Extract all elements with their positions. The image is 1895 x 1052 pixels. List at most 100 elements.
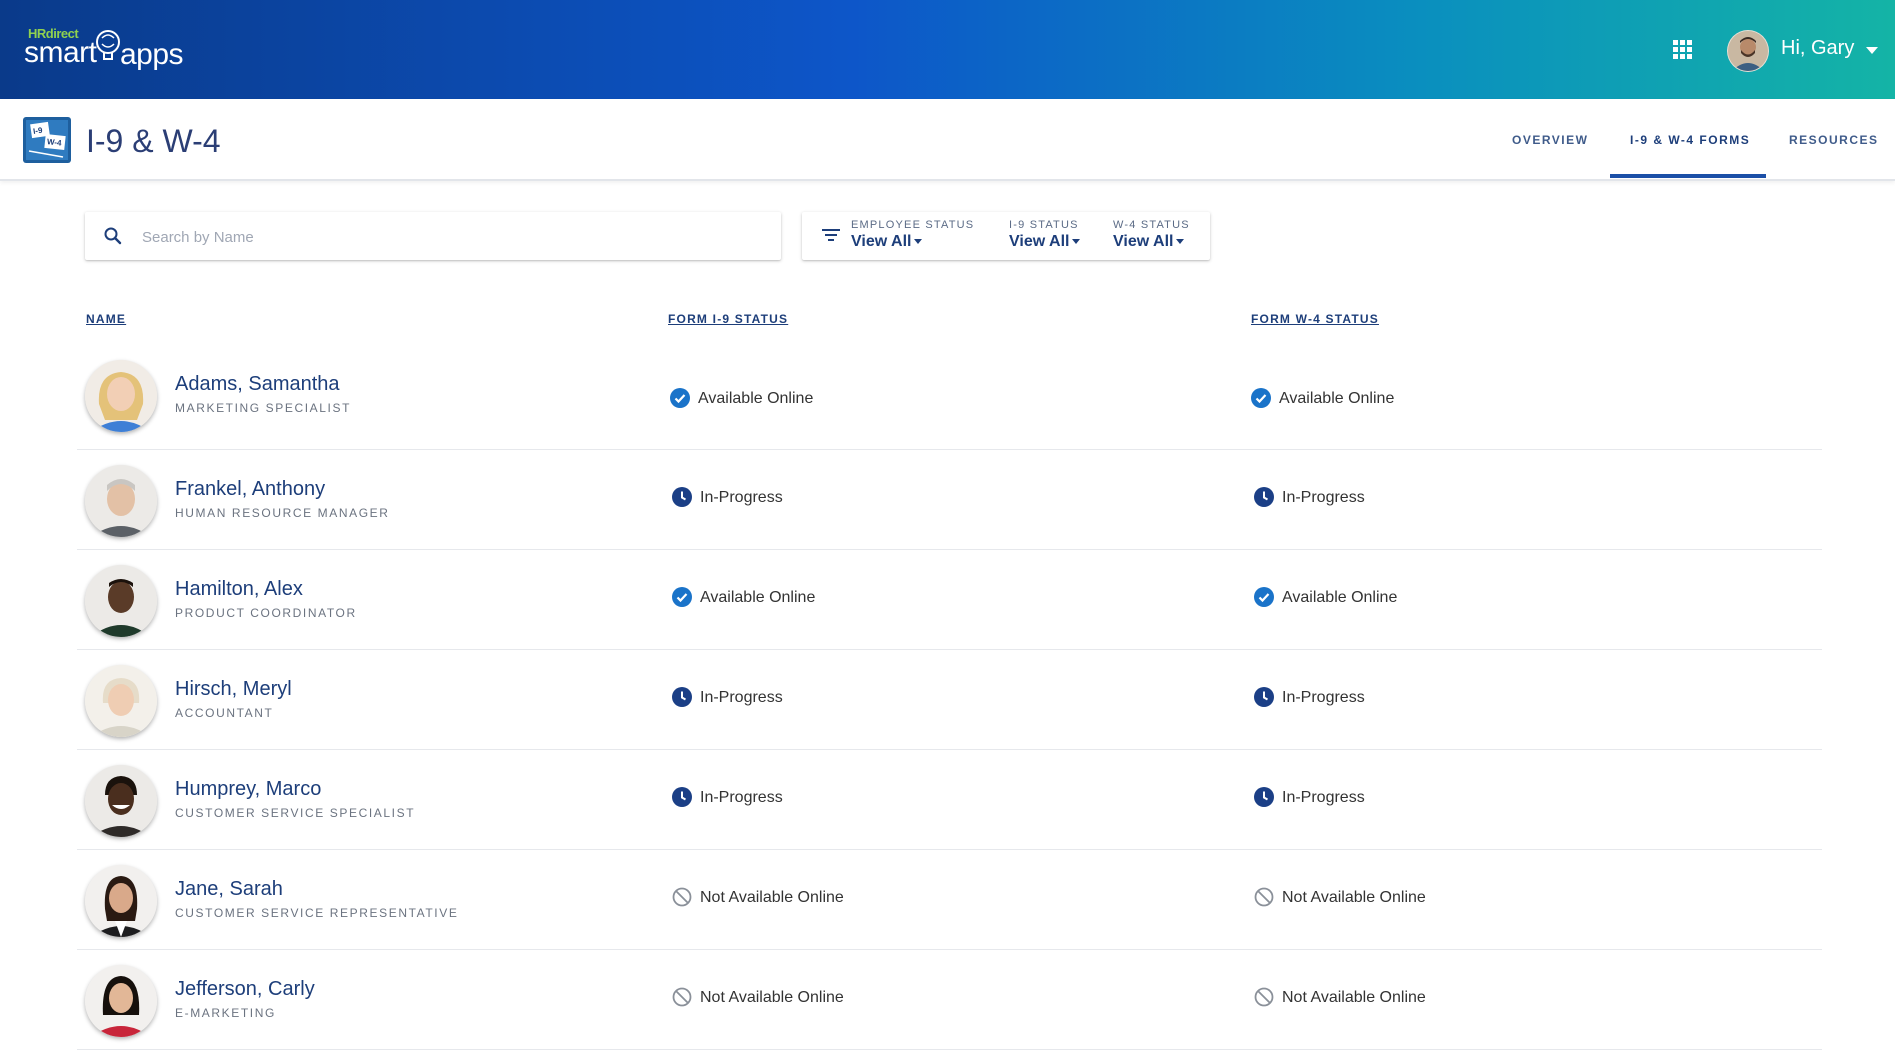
avatar	[85, 465, 157, 537]
active-tab-indicator	[1610, 174, 1766, 178]
filter-label: W-4 STATUS	[1113, 219, 1190, 231]
check-circle-icon	[1251, 388, 1271, 408]
clock-icon	[1254, 487, 1274, 507]
check-circle-icon	[1254, 587, 1274, 607]
filter-label: EMPLOYEE STATUS	[851, 219, 975, 231]
i9-status: In-Progress	[672, 687, 783, 708]
column-header-w4-status[interactable]: FORM W-4 STATUS	[1251, 312, 1379, 326]
i9-status-text: Not Available Online	[700, 889, 844, 907]
filter-icon[interactable]	[822, 227, 840, 243]
i9-status-filter[interactable]: I-9 STATUS View All	[1009, 219, 1081, 251]
chevron-down-icon[interactable]	[1866, 47, 1878, 54]
clock-icon	[1254, 787, 1274, 807]
clock-icon	[672, 787, 692, 807]
table-row[interactable]: Adams, Samantha MARKETING SPECIALIST Ava…	[77, 349, 1822, 450]
w4-status: Not Available Online	[1254, 987, 1426, 1008]
w4-status: In-Progress	[1254, 687, 1365, 708]
not-available-icon	[1254, 887, 1274, 907]
not-available-icon	[672, 987, 692, 1007]
avatar	[85, 965, 157, 1037]
employee-title: PRODUCT COORDINATOR	[175, 606, 357, 620]
table-row[interactable]: Jane, Sarah CUSTOMER SERVICE REPRESENTAT…	[77, 849, 1822, 950]
i9-status-text: Not Available Online	[700, 989, 844, 1007]
i9-status-text: Available Online	[700, 589, 816, 607]
table-row[interactable]: Humprey, Marco CUSTOMER SERVICE SPECIALI…	[77, 749, 1822, 850]
i9-status: Not Available Online	[672, 987, 844, 1008]
avatar	[85, 665, 157, 737]
tab-overview[interactable]: OVERVIEW	[1512, 133, 1588, 147]
employee-title: HUMAN RESOURCE MANAGER	[175, 506, 390, 520]
app-header: I-9 W-4 I-9 & W-4 OVERVIEW I-9 & W-4 FOR…	[0, 99, 1895, 181]
i9-status: In-Progress	[672, 787, 783, 808]
not-available-icon	[1254, 987, 1274, 1007]
avatar	[85, 865, 157, 937]
avatar	[85, 765, 157, 837]
i9-status: In-Progress	[672, 487, 783, 508]
i9-status: Available Online	[670, 388, 814, 409]
apps-grid-icon[interactable]	[1673, 40, 1693, 60]
w4-status: Not Available Online	[1254, 887, 1426, 908]
i9-status-text: Available Online	[698, 390, 814, 408]
check-circle-icon	[670, 388, 690, 408]
employee-name[interactable]: Hamilton, Alex	[175, 578, 303, 601]
clock-icon	[1254, 687, 1274, 707]
w4-status-filter[interactable]: W-4 STATUS View All	[1113, 219, 1190, 251]
column-header-i9-status[interactable]: FORM I-9 STATUS	[668, 312, 788, 326]
employee-name[interactable]: Adams, Samantha	[175, 373, 340, 396]
i9-status: Not Available Online	[672, 887, 844, 908]
employee-name[interactable]: Jane, Sarah	[175, 878, 283, 901]
employee-name[interactable]: Jefferson, Carly	[175, 978, 315, 1001]
w4-status: In-Progress	[1254, 487, 1365, 508]
table-row[interactable]: Jefferson, Carly E-MARKETING Not Availab…	[77, 949, 1822, 1050]
filter-value: View All	[1009, 233, 1070, 250]
avatar	[85, 565, 157, 637]
i9-status-text: In-Progress	[700, 689, 783, 707]
employee-title: CUSTOMER SERVICE SPECIALIST	[175, 806, 416, 820]
tab-i9-w4-forms[interactable]: I-9 & W-4 FORMS	[1630, 133, 1750, 147]
employee-name[interactable]: Humprey, Marco	[175, 778, 321, 801]
i9-status-text: In-Progress	[700, 489, 783, 507]
table-row[interactable]: Frankel, Anthony HUMAN RESOURCE MANAGER …	[77, 449, 1822, 550]
app-icon-w4-text: W-4	[47, 137, 63, 148]
filter-label: I-9 STATUS	[1009, 219, 1079, 231]
employee-status-filter[interactable]: EMPLOYEE STATUS View All	[851, 219, 974, 251]
employee-name[interactable]: Frankel, Anthony	[175, 478, 325, 501]
i9-w4-app-icon: I-9 W-4	[23, 117, 71, 163]
w4-status-text: In-Progress	[1282, 689, 1365, 707]
lightbulb-icon	[96, 30, 120, 60]
employee-title: MARKETING SPECIALIST	[175, 401, 352, 415]
w4-status: In-Progress	[1254, 787, 1365, 808]
w4-status-text: Not Available Online	[1282, 989, 1426, 1007]
w4-status: Available Online	[1251, 388, 1394, 409]
check-circle-icon	[672, 587, 692, 607]
caret-down-icon	[914, 239, 923, 245]
search-box[interactable]	[85, 212, 781, 260]
filter-bar: EMPLOYEE STATUS View All I-9 STATUS View…	[802, 212, 1210, 260]
logo-smart-text: smart	[24, 36, 97, 69]
i9-status-text: In-Progress	[700, 789, 783, 807]
not-available-icon	[672, 887, 692, 907]
filter-value: View All	[851, 233, 912, 250]
filter-value: View All	[1113, 233, 1174, 250]
tab-resources[interactable]: RESOURCES	[1789, 133, 1879, 147]
page-title: I-9 & W-4	[86, 123, 221, 159]
employee-name[interactable]: Hirsch, Meryl	[175, 678, 292, 701]
avatar	[85, 360, 157, 432]
w4-status-text: In-Progress	[1282, 489, 1365, 507]
i9-status: Available Online	[672, 587, 816, 608]
w4-status-text: Not Available Online	[1282, 889, 1426, 907]
w4-status-text: In-Progress	[1282, 789, 1365, 807]
search-input[interactable]	[140, 224, 764, 250]
user-greeting[interactable]: Hi, Gary	[1781, 37, 1854, 60]
employee-title: ACCOUNTANT	[175, 706, 274, 720]
employee-title: E-MARKETING	[175, 1006, 276, 1020]
employee-title: CUSTOMER SERVICE REPRESENTATIVE	[175, 906, 459, 920]
app-icon-i9-text: I-9	[33, 126, 44, 136]
search-icon	[104, 227, 122, 245]
table-row[interactable]: Hamilton, Alex PRODUCT COORDINATOR Avail…	[77, 549, 1822, 650]
w4-status-text: Available Online	[1282, 589, 1398, 607]
table-row[interactable]: Hirsch, Meryl ACCOUNTANT In-Progress In-…	[77, 649, 1822, 750]
clock-icon	[672, 487, 692, 507]
user-avatar[interactable]	[1727, 30, 1769, 72]
column-header-name[interactable]: NAME	[86, 312, 126, 326]
